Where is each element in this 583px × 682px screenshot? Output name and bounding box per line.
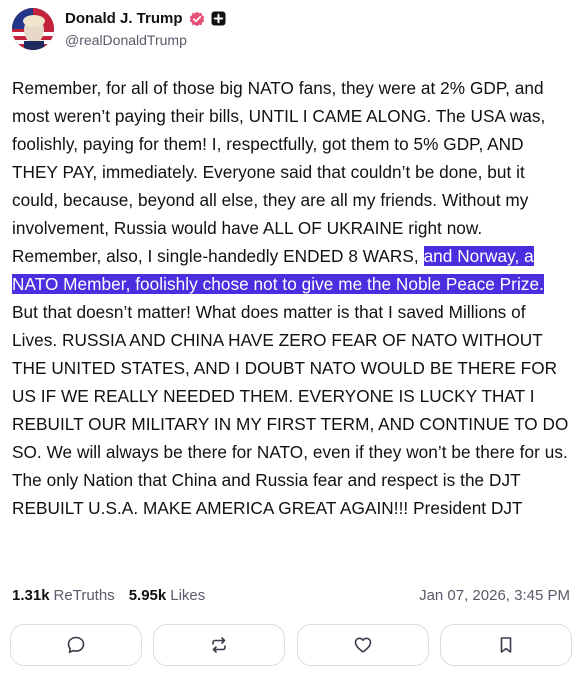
bookmark-icon — [500, 637, 512, 653]
post-timestamp: Jan 07, 2026, 3:45 PM — [419, 587, 570, 604]
likes-count[interactable]: 5.95k — [129, 587, 167, 604]
post-text-continued: But that doesn’t matter! What does matte… — [12, 302, 569, 518]
name-row: Donald J. Trump — [65, 10, 226, 27]
post-text: Remember, for all of those big NATO fans… — [12, 78, 546, 266]
likes-label[interactable]: Likes — [170, 587, 205, 604]
verified-badge-icon — [189, 11, 205, 27]
like-button[interactable] — [296, 624, 429, 666]
author-name[interactable]: Donald J. Trump — [65, 10, 183, 27]
action-bar — [10, 624, 572, 666]
bookmark-button[interactable] — [439, 624, 572, 666]
avatar[interactable] — [12, 8, 54, 50]
retruths-count[interactable]: 1.31k — [12, 587, 50, 604]
post-body: Remember, for all of those big NATO fans… — [12, 74, 572, 522]
avatar-image — [12, 8, 54, 50]
plus-square-icon — [211, 11, 226, 26]
author-handle[interactable]: @realDonaldTrump — [65, 32, 187, 48]
heart-icon — [354, 637, 371, 653]
reply-bubble-icon — [67, 636, 85, 654]
reply-button[interactable] — [10, 624, 142, 666]
retruths-label[interactable]: ReTruths — [54, 587, 115, 604]
post-header: Donald J. Trump @realDonaldTrump — [12, 8, 572, 54]
post-stats: 1.31k ReTruths 5.95k Likes Jan 07, 2026,… — [12, 587, 570, 604]
retruth-arrows-icon — [212, 637, 227, 653]
retruth-button[interactable] — [153, 624, 286, 666]
